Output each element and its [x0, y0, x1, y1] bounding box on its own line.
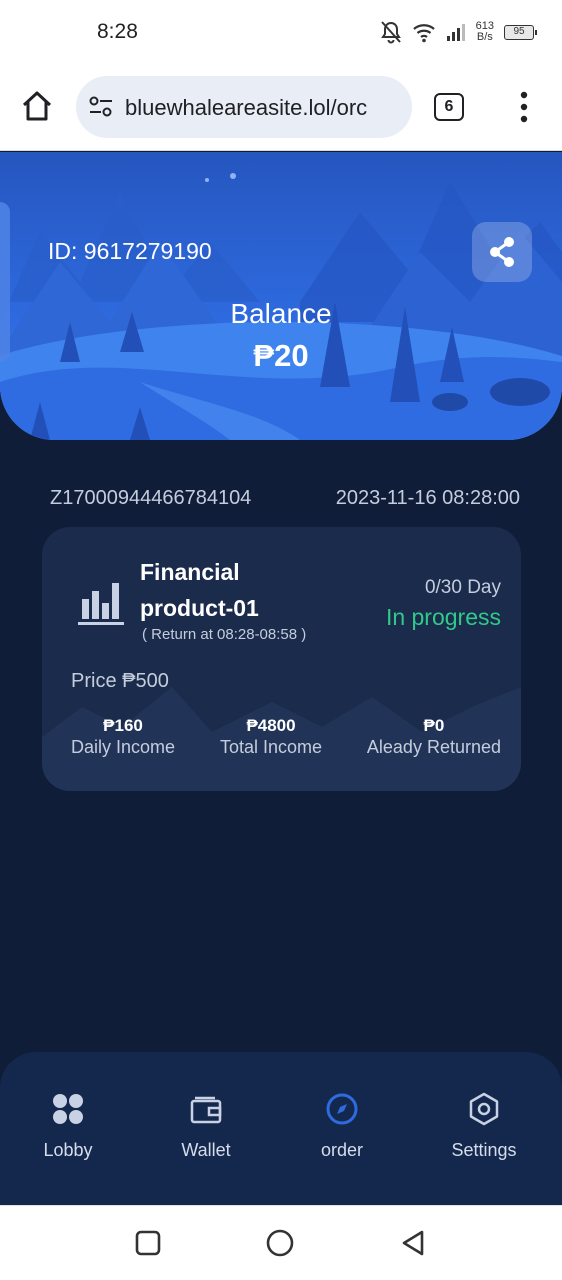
stat-label: Aleady Returned	[366, 737, 501, 757]
return-window: ( Return at 08:28-08:58 )	[142, 626, 307, 643]
bar-chart-icon	[78, 583, 124, 625]
stat-label: Daily Income	[71, 737, 176, 757]
stat-value: ₱160	[103, 716, 143, 735]
recents-icon[interactable]	[133, 1228, 163, 1258]
stat-value: ₱0	[423, 716, 445, 735]
nav-label: Wallet	[181, 1140, 231, 1160]
stat-total-income: ₱4800 Total Income	[220, 716, 322, 758]
status-icons: 613 B/s 95	[380, 18, 537, 46]
wallet-icon	[190, 1096, 222, 1124]
order-number: Z17000944466784104	[50, 487, 252, 509]
settings-icon	[469, 1092, 499, 1126]
wifi-icon	[412, 24, 435, 43]
back-icon[interactable]	[398, 1228, 428, 1258]
system-navigation-bar	[0, 1205, 562, 1280]
net-speed-unit: B/s	[476, 31, 493, 43]
stat-value: ₱4800	[246, 716, 296, 735]
order-datetime: 2023-11-16 08:28:00	[335, 487, 520, 509]
battery-indicator: 95	[504, 24, 537, 40]
mountain-illustration	[0, 173, 562, 440]
nav-item-order[interactable]: order	[282, 1092, 402, 1161]
status-bar: 8:28 613 B/s 95	[0, 0, 562, 64]
stat-daily-income: ₱160 Daily Income	[71, 716, 175, 758]
stat-already-returned: ₱0 Aleady Returned	[367, 716, 501, 758]
nav-label: Settings	[451, 1140, 517, 1160]
order-status: In progress	[385, 604, 501, 630]
stat-label: Total Income	[220, 737, 323, 757]
address-bar[interactable]: bluewhaleareasite.lol/orc	[76, 76, 412, 138]
product-name: Financial product-01	[140, 559, 259, 621]
user-id: ID: 9617279190	[48, 238, 212, 264]
url-text[interactable]: bluewhaleareasite.lol/orc	[125, 95, 405, 121]
nav-item-settings[interactable]: Settings	[424, 1092, 544, 1161]
net-speed: 613 B/s	[476, 21, 494, 43]
home-icon[interactable]	[20, 89, 54, 123]
balance-value: ₱20	[253, 338, 309, 373]
share-icon	[490, 237, 514, 267]
nav-item-lobby[interactable]: Lobby	[8, 1092, 128, 1161]
balance-header: ID: 9617279190 Balance ₱20	[0, 152, 562, 440]
home-circle-icon[interactable]	[265, 1228, 295, 1258]
signal-icon	[446, 24, 465, 41]
tab-switcher-button[interactable]: 6	[434, 93, 464, 121]
compass-icon	[326, 1093, 358, 1125]
bell-off-icon	[380, 21, 401, 44]
tune-icon[interactable]	[88, 95, 114, 119]
nav-label: order	[320, 1140, 364, 1160]
order-card[interactable]: Financial product-01 ( Return at 08:28-0…	[42, 527, 521, 791]
day-progress: 0/30 Day	[424, 577, 501, 598]
status-time: 8:28	[97, 20, 138, 43]
share-button[interactable]	[472, 222, 532, 282]
nav-item-wallet[interactable]: Wallet	[146, 1092, 266, 1161]
lobby-icon	[53, 1094, 83, 1124]
bottom-navigation: Lobby Wallet order Settings	[0, 1052, 562, 1205]
browser-toolbar: bluewhaleareasite.lol/orc 6	[0, 64, 562, 151]
balance-label: Balance	[230, 298, 332, 329]
nav-label: Lobby	[43, 1140, 93, 1160]
product-price: Price ₱500	[71, 670, 169, 692]
more-vert-icon[interactable]	[514, 90, 534, 124]
